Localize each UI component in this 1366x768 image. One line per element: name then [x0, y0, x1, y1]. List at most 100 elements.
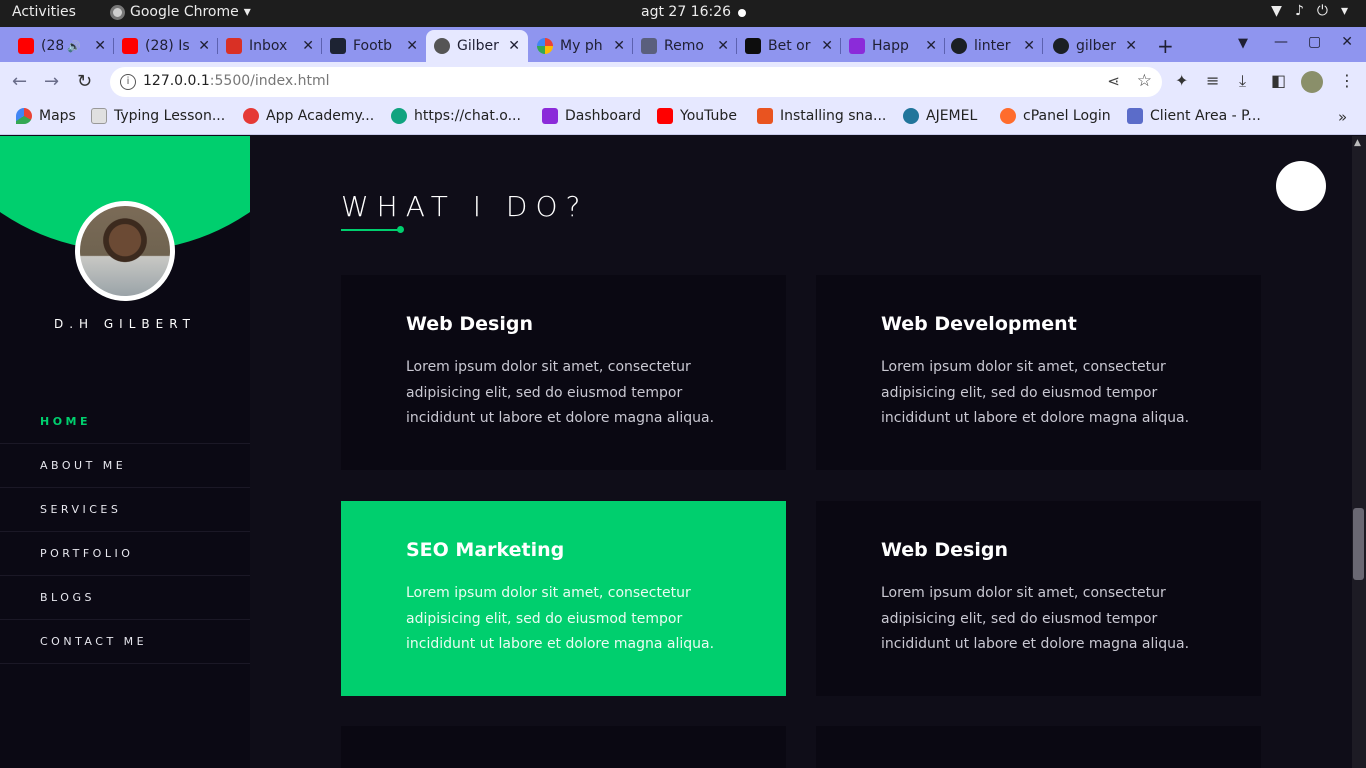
- bookmark-dashboard[interactable]: Dashboard: [542, 108, 641, 124]
- service-card[interactable]: Web Design Lorem ipsum dolor sit amet, c…: [341, 275, 786, 470]
- tab[interactable]: Happ ✕: [841, 30, 945, 62]
- tab[interactable]: Bet or ✕: [737, 30, 841, 62]
- url-path: :5500/index.html: [209, 73, 330, 89]
- site-info-icon[interactable]: i: [120, 74, 136, 90]
- sidebar-nav: HOME ABOUT ME SERVICES PORTFOLIO BLOGS C…: [0, 400, 250, 664]
- tab[interactable]: Remo ✕: [633, 30, 737, 62]
- tab-title: Gilber: [457, 38, 499, 54]
- tab[interactable]: (28) Is ✕: [114, 30, 218, 62]
- wordpress-icon: [903, 108, 919, 124]
- bookmark-client-area[interactable]: Client Area - P...: [1127, 108, 1261, 124]
- profile-avatar[interactable]: [1301, 71, 1323, 93]
- bookmark-label: AJEMEL: [926, 108, 978, 124]
- service-card[interactable]: Web Design Lorem ipsum dolor sit amet, c…: [816, 501, 1261, 696]
- minimize-icon[interactable]: —: [1274, 34, 1288, 50]
- nav-item-contact-me[interactable]: CONTACT ME: [0, 620, 250, 664]
- share-icon[interactable]: ⋖: [1107, 72, 1120, 90]
- bookmark-app-academy[interactable]: App Academy...: [243, 108, 374, 124]
- close-icon[interactable]: ✕: [1125, 38, 1137, 54]
- system-tray[interactable]: ▼ ♪ ⏻ ▾: [1271, 3, 1348, 19]
- reload-icon[interactable]: ↻: [77, 71, 92, 92]
- bookmarks-overflow-icon[interactable]: »: [1338, 108, 1347, 126]
- kebab-menu-icon[interactable]: ⋮: [1339, 71, 1355, 90]
- gmail-icon: [226, 38, 242, 54]
- maps-icon: [16, 108, 32, 124]
- bookmark-label: cPanel Login: [1023, 108, 1111, 124]
- clock[interactable]: agt 27 16:26: [641, 4, 731, 20]
- bookmark-ajemel[interactable]: AJEMEL: [903, 108, 977, 124]
- close-icon[interactable]: ✕: [613, 38, 625, 54]
- activities-button[interactable]: Activities: [12, 4, 76, 20]
- nav-item-portfolio[interactable]: PORTFOLIO: [0, 532, 250, 576]
- browser-toolbar: ← → ↻ i 127.0.0.1:5500/index.html ⋖ ☆ ✦ …: [0, 62, 1366, 102]
- happ-icon: [849, 38, 865, 54]
- close-icon[interactable]: ✕: [1023, 38, 1035, 54]
- close-icon[interactable]: ✕: [198, 38, 210, 54]
- bet-icon: [745, 38, 761, 54]
- back-arrow-icon[interactable]: ←: [12, 71, 27, 92]
- close-icon[interactable]: ✕: [925, 38, 937, 54]
- app-academy-icon: [243, 108, 259, 124]
- service-card-partial[interactable]: [816, 726, 1261, 768]
- extensions-puzzle-icon[interactable]: ✦: [1175, 71, 1188, 90]
- tab[interactable]: (28 🔊 ✕: [10, 30, 114, 62]
- tab[interactable]: My ph ✕: [529, 30, 633, 62]
- tab-title: gilber: [1076, 38, 1116, 54]
- photos-icon: [537, 38, 553, 54]
- tab-title: (28: [41, 38, 63, 54]
- url-text[interactable]: 127.0.0.1:5500/index.html: [143, 73, 330, 89]
- service-card[interactable]: Web Development Lorem ipsum dolor sit am…: [816, 275, 1261, 470]
- bookmark-star-icon[interactable]: ☆: [1137, 71, 1152, 91]
- nav-item-about-me[interactable]: ABOUT ME: [0, 444, 250, 488]
- tab[interactable]: linter ✕: [943, 30, 1043, 62]
- app-menu[interactable]: Google Chrome ▾: [110, 4, 251, 20]
- service-text: Lorem ipsum dolor sit amet, consectetur …: [881, 359, 1190, 426]
- close-icon[interactable]: ✕: [821, 38, 833, 54]
- address-bar[interactable]: i 127.0.0.1:5500/index.html ⋖ ☆: [110, 67, 1162, 97]
- download-icon[interactable]: ⤓: [1239, 71, 1246, 91]
- service-card-partial[interactable]: [341, 726, 786, 768]
- chevron-down-icon: ▾: [1340, 3, 1348, 19]
- close-icon[interactable]: ✕: [406, 38, 418, 54]
- tab[interactable]: Footb ✕: [322, 30, 426, 62]
- scroll-up-arrow-icon[interactable]: ▲: [1354, 138, 1361, 148]
- chrome-icon: [110, 4, 125, 20]
- nav-item-blogs[interactable]: BLOGS: [0, 576, 250, 620]
- bookmark-cpanel[interactable]: cPanel Login: [1000, 108, 1111, 124]
- main-content: WHAT I DO? Web Design Lorem ipsum dolor …: [250, 136, 1352, 768]
- tab-search-chevron-icon[interactable]: ▼: [1238, 36, 1248, 51]
- forward-arrow-icon[interactable]: →: [44, 71, 59, 92]
- tab[interactable]: gilber ✕: [1045, 30, 1145, 62]
- close-window-icon[interactable]: ✕: [1341, 34, 1353, 50]
- nav-item-home[interactable]: HOME: [0, 400, 250, 444]
- scrollbar-thumb[interactable]: [1353, 508, 1364, 580]
- tab-title: Inbox: [249, 38, 288, 54]
- maximize-icon[interactable]: ▢: [1308, 34, 1321, 50]
- tab-title: My ph: [560, 38, 603, 54]
- bookmark-chat[interactable]: https://chat.o...: [391, 108, 521, 124]
- chevron-down-icon: ▾: [243, 4, 251, 20]
- close-icon[interactable]: ✕: [508, 38, 520, 54]
- close-icon[interactable]: ✕: [717, 38, 729, 54]
- bookmark-typing[interactable]: Typing Lesson...: [91, 108, 225, 124]
- notification-dot-icon: [738, 9, 746, 17]
- close-icon[interactable]: ✕: [94, 38, 106, 54]
- service-text: Lorem ipsum dolor sit amet, consectetur …: [881, 585, 1190, 652]
- scrollbar-track[interactable]: [1352, 136, 1366, 768]
- new-tab-plus-icon[interactable]: +: [1157, 34, 1174, 58]
- side-panel-icon[interactable]: ◧: [1271, 71, 1286, 90]
- layers-icon: [641, 38, 657, 54]
- service-card-highlighted[interactable]: SEO Marketing Lorem ipsum dolor sit amet…: [341, 501, 786, 696]
- service-title: Web Design: [881, 539, 1008, 561]
- page-viewport: D.H GILBERT HOME ABOUT ME SERVICES PORTF…: [0, 136, 1352, 768]
- tab[interactable]: Inbox ✕: [218, 30, 322, 62]
- close-icon[interactable]: ✕: [302, 38, 314, 54]
- nav-item-services[interactable]: SERVICES: [0, 488, 250, 532]
- typing-icon: [91, 108, 107, 124]
- theme-toggle-button[interactable]: [1276, 161, 1326, 211]
- bookmark-youtube[interactable]: YouTube: [657, 108, 737, 124]
- tab-active[interactable]: Gilber ✕: [426, 30, 528, 62]
- media-queue-icon[interactable]: ≡: [1206, 71, 1219, 90]
- bookmark-installing-snap[interactable]: Installing sna...: [757, 108, 886, 124]
- bookmark-maps[interactable]: Maps: [16, 108, 76, 124]
